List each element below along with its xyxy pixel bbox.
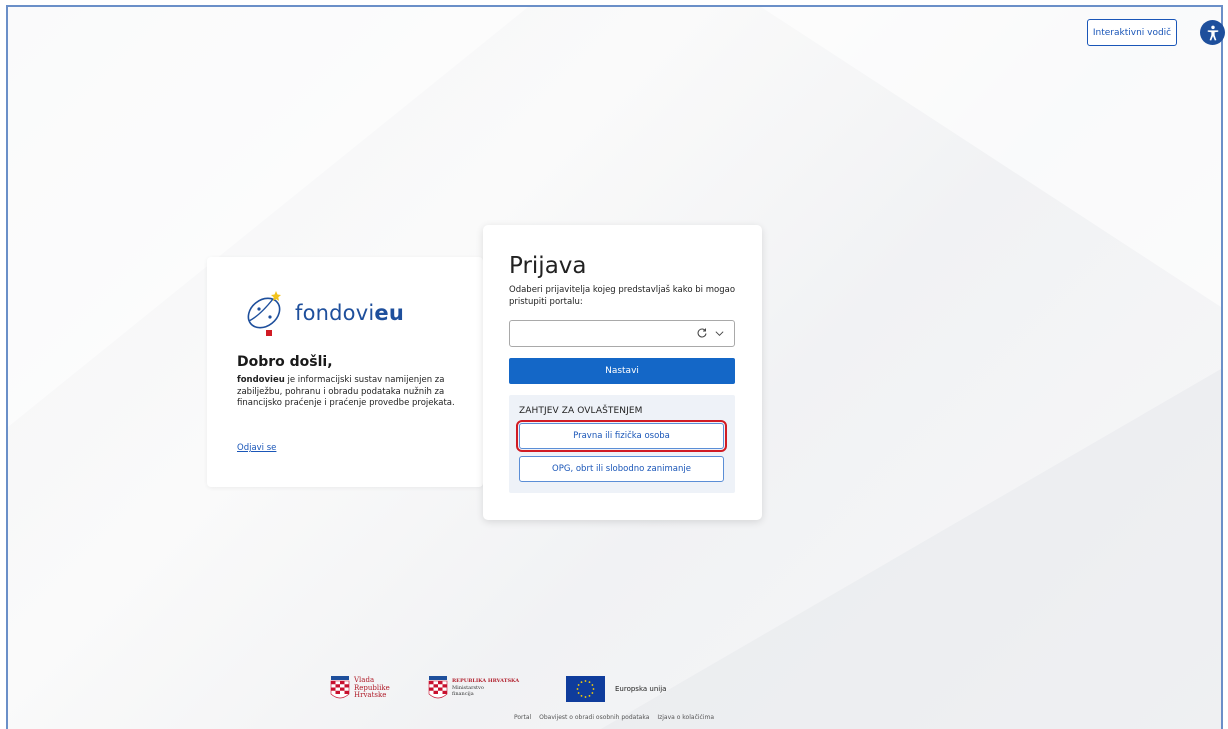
refresh-icon[interactable] [696, 327, 708, 339]
chevron-down-icon[interactable] [714, 328, 725, 339]
footer-link-portal[interactable]: Portal [514, 714, 531, 721]
logo-wordmark: fondovieu [295, 301, 404, 325]
accessibility-icon [1207, 25, 1218, 40]
footer-link-privacy[interactable]: Obavijest o obradi osobnih podataka [539, 714, 649, 721]
applicant-select[interactable] [509, 320, 735, 347]
login-card: Prijava Odaberi prijavitelja kojeg preds… [483, 225, 762, 520]
authorization-request-panel: ZAHTJEV ZA OVLAŠTENJEM Pravna ili fizičk… [509, 395, 735, 493]
footer-logos: Vlada Republike Hrvatske REPUBLIKA HRVAT… [330, 676, 690, 710]
legal-or-natural-person-button[interactable]: Pravna ili fizička osoba [516, 420, 727, 452]
croatian-coat-of-arms-icon [428, 676, 448, 699]
welcome-description: fondovieu je informacijski sustav namije… [237, 375, 455, 408]
logout-link[interactable]: Odjavi se [237, 443, 276, 453]
continue-button[interactable]: Nastavi [509, 358, 735, 384]
ministry-text: REPUBLIKA HRVATSKA Ministarstvo financij… [452, 678, 520, 697]
authorization-heading: ZAHTJEV ZA OVLAŠTENJEM [519, 406, 643, 416]
fondovieu-logo-icon [247, 291, 281, 336]
eu-label: Europska unija [615, 685, 667, 693]
login-subtitle: Odaberi prijavitelja kojeg predstavljaš … [509, 285, 736, 307]
login-title: Prijava [509, 253, 587, 279]
welcome-title: Dobro došli, [237, 354, 333, 370]
background-facet [761, 7, 1221, 307]
interactive-guide-button[interactable]: Interaktivni vodič [1087, 19, 1177, 46]
eu-logo: Europska unija [566, 676, 666, 702]
ministry-of-finance-logo: REPUBLIKA HRVATSKA Ministarstvo financij… [428, 676, 519, 702]
croatian-coat-of-arms-icon [330, 676, 350, 699]
footer-links: Portal Obavijest o obradi osobnih podata… [0, 714, 1228, 721]
eu-flag-icon [566, 676, 605, 702]
opg-craft-freelance-button[interactable]: OPG, obrt ili slobodno zanimanje [519, 456, 724, 482]
footer-link-cookies[interactable]: Izjava o kolačićima [657, 714, 714, 721]
vlada-text: Vlada Republike Hrvatske [354, 676, 390, 699]
welcome-card: fondovieu Dobro došli, fondovieu je info… [207, 257, 483, 487]
fondovieu-logo: fondovieu [243, 287, 404, 339]
accessibility-button[interactable] [1200, 20, 1225, 45]
vlada-logo: Vlada Republike Hrvatske [330, 676, 390, 702]
